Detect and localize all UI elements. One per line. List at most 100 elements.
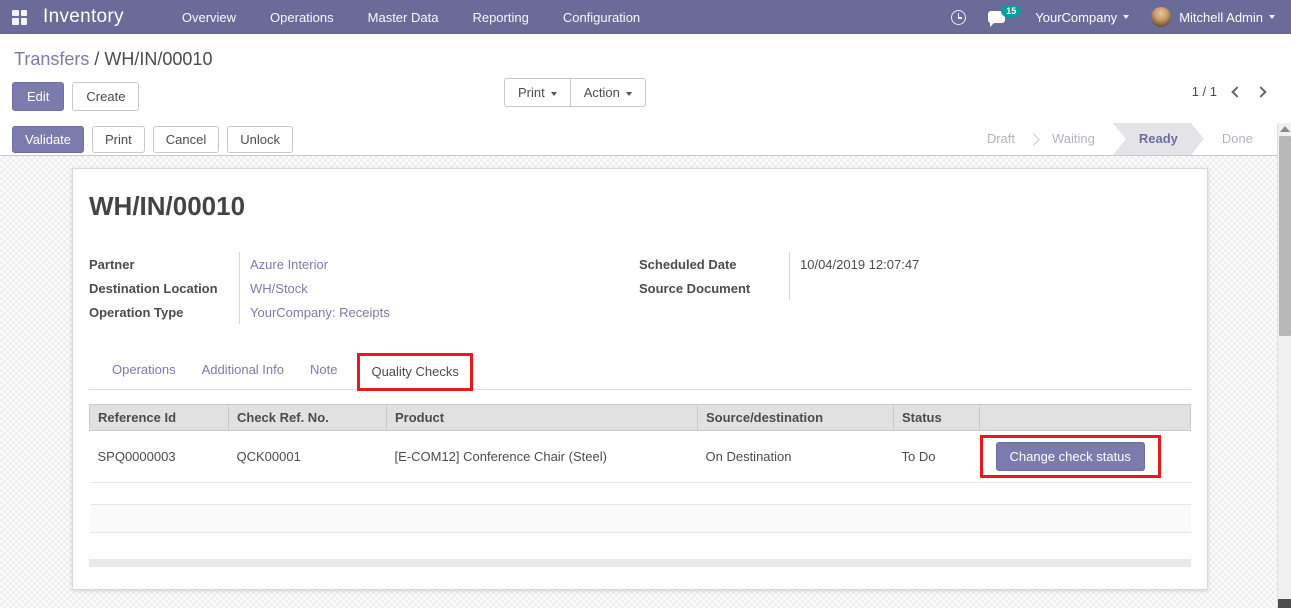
state-draft[interactable]: Draft xyxy=(969,123,1033,155)
action-dropdown[interactable]: Action xyxy=(570,78,646,107)
print-button[interactable]: Print xyxy=(92,126,145,153)
caret-down-icon xyxy=(1123,15,1129,19)
field-group-right: Scheduled Date 10/04/2019 12:07:47 Sourc… xyxy=(639,252,1191,324)
cell-status[interactable]: To Do xyxy=(894,431,980,483)
field-partner: Partner Azure Interior xyxy=(89,252,639,276)
column-header-status[interactable]: Status xyxy=(894,405,980,431)
unlock-button[interactable]: Unlock xyxy=(227,126,293,153)
empty-row xyxy=(90,505,1191,533)
tab-operations[interactable]: Operations xyxy=(99,362,189,377)
scroll-up-arrow-icon[interactable] xyxy=(1280,126,1290,132)
quality-checks-table: Reference Id Check Ref. No. Product Sour… xyxy=(89,404,1191,559)
company-switcher[interactable]: YourCompany xyxy=(1035,10,1129,25)
pager-previous-icon[interactable] xyxy=(1231,86,1242,97)
messages-count-badge: 15 xyxy=(1001,5,1021,17)
nav-menu-reporting[interactable]: Reporting xyxy=(472,10,528,25)
field-operation-type: Operation Type YourCompany: Receipts xyxy=(89,300,639,324)
breadcrumb: Transfers / WH/IN/00010 xyxy=(0,34,1291,70)
print-dropdown[interactable]: Print xyxy=(504,78,571,107)
tab-note[interactable]: Note xyxy=(297,362,350,377)
change-check-status-button[interactable]: Change check status xyxy=(996,442,1145,471)
state-ready[interactable]: Ready xyxy=(1113,123,1204,155)
nav-menu-overview[interactable]: Overview xyxy=(182,10,236,25)
empty-row xyxy=(90,483,1191,505)
change-check-status-highlight-box: Change check status xyxy=(980,435,1161,478)
cell-source-destination[interactable]: On Destination xyxy=(698,431,894,483)
validate-button[interactable]: Validate xyxy=(12,126,84,153)
nav-menu-configuration[interactable]: Configuration xyxy=(563,10,640,25)
partner-label: Partner xyxy=(89,257,239,272)
field-scheduled-date: Scheduled Date 10/04/2019 12:07:47 xyxy=(639,252,1191,276)
caret-down-icon xyxy=(551,92,557,96)
column-header-product[interactable]: Product xyxy=(387,405,698,431)
breadcrumb-transfers-link[interactable]: Transfers xyxy=(14,49,89,69)
cancel-button[interactable]: Cancel xyxy=(153,126,219,153)
messages-menu[interactable]: 15 xyxy=(988,11,1005,23)
form-sheet: WH/IN/00010 Partner Azure Interior Desti… xyxy=(72,168,1208,590)
column-header-source-destination[interactable]: Source/destination xyxy=(698,405,894,431)
cell-product[interactable]: [E-COM12] Conference Chair (Steel) xyxy=(387,431,698,483)
cell-reference-id[interactable]: SPQ0000003 xyxy=(90,431,229,483)
destination-location-value-link[interactable]: WH/Stock xyxy=(239,276,639,300)
form-statusbar: Validate Print Cancel Unlock Draft Waiti… xyxy=(0,123,1291,156)
column-header-actions xyxy=(980,405,1191,431)
quality-checks-highlight-box: Quality Checks xyxy=(357,353,472,391)
scrollbar-thumb[interactable] xyxy=(1279,136,1291,336)
table-row[interactable]: SPQ0000003 QCK00001 [E-COM12] Conference… xyxy=(90,431,1191,483)
partner-value-link[interactable]: Azure Interior xyxy=(239,252,639,276)
caret-down-icon xyxy=(626,92,632,96)
vertical-scrollbar[interactable] xyxy=(1277,123,1291,608)
app-title[interactable]: Inventory xyxy=(43,6,124,28)
column-header-reference-id[interactable]: Reference Id xyxy=(90,405,229,431)
breadcrumb-current: WH/IN/00010 xyxy=(104,49,212,69)
apps-menu-icon[interactable] xyxy=(12,10,27,25)
company-name: YourCompany xyxy=(1035,10,1117,25)
source-document-value xyxy=(789,276,1191,300)
control-panel: Transfers / WH/IN/00010 Edit Create Prin… xyxy=(0,34,1291,123)
user-menu[interactable]: Mitchell Admin xyxy=(1179,10,1275,25)
odoo-screen: Inventory Overview Operations Master Dat… xyxy=(0,0,1291,608)
breadcrumb-separator: / xyxy=(94,49,99,69)
operation-type-value-link[interactable]: YourCompany: Receipts xyxy=(239,300,639,324)
pager-next-icon[interactable] xyxy=(1255,86,1266,97)
tab-additional-info[interactable]: Additional Info xyxy=(189,362,297,377)
pager: 1 / 1 xyxy=(1192,84,1265,99)
activities-clock-icon[interactable] xyxy=(951,10,966,25)
nav-menus: Overview Operations Master Data Reportin… xyxy=(182,10,640,25)
destination-location-label: Destination Location xyxy=(89,281,239,296)
field-destination-location: Destination Location WH/Stock xyxy=(89,276,639,300)
caret-down-icon xyxy=(1269,15,1275,19)
control-panel-buttons: Edit Create Print Action 1 / 1 xyxy=(0,74,1291,118)
pager-value: 1 / 1 xyxy=(1192,84,1217,99)
state-waiting[interactable]: Waiting xyxy=(1034,123,1113,155)
field-groups: Partner Azure Interior Destination Locat… xyxy=(89,252,1191,324)
field-group-left: Partner Azure Interior Destination Locat… xyxy=(89,252,639,324)
scheduled-date-value: 10/04/2019 12:07:47 xyxy=(789,252,1191,276)
cell-action: Change check status xyxy=(980,431,1191,483)
user-avatar[interactable] xyxy=(1151,7,1171,27)
source-document-label: Source Document xyxy=(639,281,789,296)
user-name: Mitchell Admin xyxy=(1179,10,1263,25)
table-header-row: Reference Id Check Ref. No. Product Sour… xyxy=(90,405,1191,431)
column-header-check-ref-no[interactable]: Check Ref. No. xyxy=(229,405,387,431)
navbar-right: 15 YourCompany Mitchell Admin xyxy=(951,7,1275,27)
scheduled-date-label: Scheduled Date xyxy=(639,257,789,272)
field-source-document: Source Document xyxy=(639,276,1191,300)
notebook-tabs: Operations Additional Info Note Quality … xyxy=(89,350,1191,390)
operation-type-label: Operation Type xyxy=(89,305,239,320)
edit-button[interactable]: Edit xyxy=(12,82,64,111)
nav-menu-operations[interactable]: Operations xyxy=(270,10,334,25)
print-action-group: Print Action xyxy=(505,78,646,107)
scrollbar-corner xyxy=(1278,599,1291,608)
status-pipeline: Draft Waiting Ready Done xyxy=(969,123,1271,155)
table-footer-bar xyxy=(89,559,1191,567)
record-title: WH/IN/00010 xyxy=(89,191,1191,222)
state-done[interactable]: Done xyxy=(1204,123,1271,155)
top-navbar: Inventory Overview Operations Master Dat… xyxy=(0,0,1291,34)
cell-check-ref-no[interactable]: QCK00001 xyxy=(229,431,387,483)
create-button[interactable]: Create xyxy=(72,82,139,111)
empty-row xyxy=(90,533,1191,559)
form-view-background: WH/IN/00010 Partner Azure Interior Desti… xyxy=(0,156,1291,608)
tab-quality-checks[interactable]: Quality Checks xyxy=(371,364,458,379)
nav-menu-master-data[interactable]: Master Data xyxy=(368,10,439,25)
